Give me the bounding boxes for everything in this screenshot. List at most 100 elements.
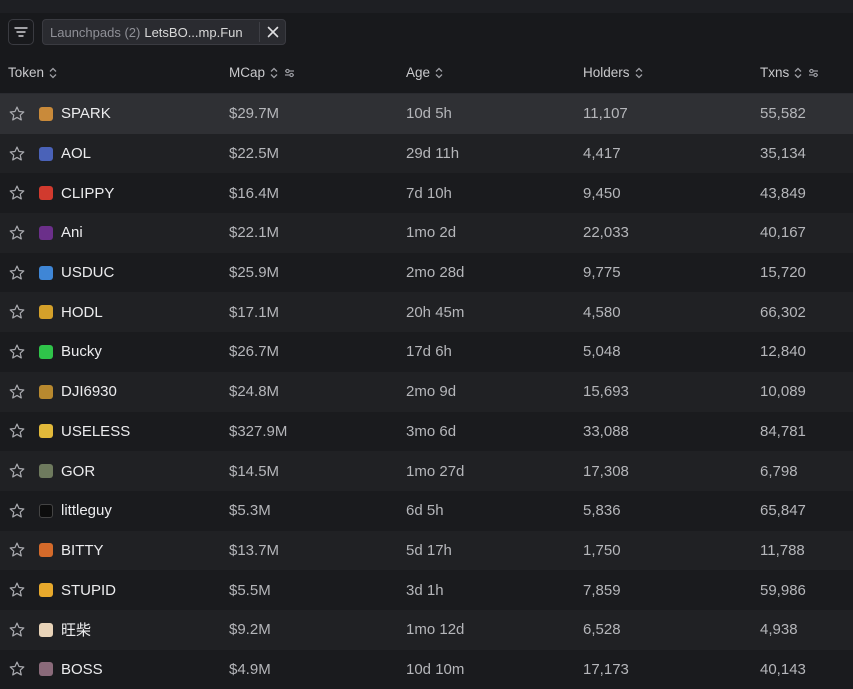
holders-value: 6,528 <box>583 621 621 639</box>
token-cell[interactable]: USELESS <box>39 412 130 452</box>
token-logo-icon <box>39 503 53 518</box>
table-row[interactable]: BITTY $13.7M 5d 17h 1,750 11,788 <box>0 530 853 571</box>
sort-icon <box>49 67 57 78</box>
txns-value: 6,798 <box>760 462 798 480</box>
txns-value: 65,847 <box>760 502 806 520</box>
token-name: Ani <box>61 224 83 242</box>
column-label-mcap: MCap <box>229 65 266 80</box>
token-cell[interactable]: littleguy <box>39 491 112 531</box>
holders-value: 4,417 <box>583 145 621 163</box>
mcap-value: $5.5M <box>229 581 271 599</box>
top-strip <box>0 0 853 13</box>
token-cell[interactable]: Ani <box>39 213 83 253</box>
table-row[interactable]: CLIPPY $16.4M 7d 10h 9,450 43,849 <box>0 173 853 214</box>
token-cell[interactable]: GOR <box>39 451 95 491</box>
token-cell[interactable]: USDUC <box>39 253 114 293</box>
column-header-age[interactable]: Age <box>406 52 443 93</box>
star-icon[interactable] <box>8 292 26 332</box>
token-cell[interactable]: DJI6930 <box>39 372 117 412</box>
token-cell[interactable]: SPARK <box>39 94 111 134</box>
chip-value: LetsBO...mp.Fun <box>144 24 243 40</box>
token-logo-icon <box>39 384 53 399</box>
star-icon[interactable] <box>8 173 26 213</box>
age-value: 1mo 27d <box>406 462 465 480</box>
token-cell[interactable]: 旺柴 <box>39 610 91 650</box>
token-logo-icon <box>39 464 53 479</box>
table-row[interactable]: USDUC $25.9M 2mo 28d 9,775 15,720 <box>0 252 853 293</box>
token-cell[interactable]: HODL <box>39 292 103 332</box>
token-cell[interactable]: STUPID <box>39 570 116 610</box>
table-row[interactable]: AOL $22.5M 29d 11h 4,417 35,134 <box>0 133 853 174</box>
holders-value: 1,750 <box>583 541 621 559</box>
token-name: CLIPPY <box>61 184 115 202</box>
star-icon[interactable] <box>8 451 26 491</box>
txns-value: 4,938 <box>760 621 798 639</box>
token-name: 旺柴 <box>61 622 92 640</box>
token-name: USDUC <box>61 264 115 282</box>
age-value: 29d 11h <box>406 145 460 163</box>
table-row[interactable]: 旺柴 $9.2M 1mo 12d 6,528 4,938 <box>0 609 853 650</box>
table-row[interactable]: Bucky $26.7M 17d 6h 5,048 12,840 <box>0 332 853 372</box>
token-cell[interactable]: BOSS <box>39 650 103 689</box>
holders-value: 9,775 <box>583 264 621 282</box>
txns-value: 15,720 <box>760 264 806 282</box>
token-logo-icon <box>39 662 53 677</box>
token-cell[interactable]: CLIPPY <box>39 173 114 213</box>
token-name: BITTY <box>61 541 104 559</box>
filter-sliders-icon[interactable] <box>284 68 295 78</box>
token-cell[interactable]: Bucky <box>39 332 102 372</box>
star-icon[interactable] <box>8 332 26 372</box>
table-row[interactable]: SPARK $29.7M 10d 5h 11,107 55,582 <box>0 94 853 134</box>
star-icon[interactable] <box>8 412 26 452</box>
age-value: 2mo 9d <box>406 383 457 401</box>
star-icon[interactable] <box>8 650 26 689</box>
filter-sliders-icon[interactable] <box>808 68 819 78</box>
mcap-value: $4.9M <box>229 660 271 678</box>
holders-value: 9,450 <box>583 184 621 202</box>
age-value: 6d 5h <box>406 502 444 520</box>
star-icon[interactable] <box>8 570 26 610</box>
age-value: 3mo 6d <box>406 422 457 440</box>
table-row[interactable]: STUPID $5.5M 3d 1h 7,859 59,986 <box>0 570 853 610</box>
star-icon[interactable] <box>8 610 26 650</box>
star-icon[interactable] <box>8 253 26 293</box>
token-table-body: SPARK $29.7M 10d 5h 11,107 55,582 AOL $2… <box>0 94 853 689</box>
table-row[interactable]: DJI6930 $24.8M 2mo 9d 15,693 10,089 <box>0 371 853 412</box>
token-name: STUPID <box>61 581 117 599</box>
token-cell[interactable]: BITTY <box>39 531 104 571</box>
star-icon[interactable] <box>8 491 26 531</box>
token-logo-icon <box>39 146 53 161</box>
mcap-value: $24.8M <box>229 383 280 401</box>
filter-button[interactable] <box>8 19 34 45</box>
age-value: 3d 1h <box>406 581 444 599</box>
table-row[interactable]: littleguy $5.3M 6d 5h 5,836 65,847 <box>0 490 853 531</box>
star-icon[interactable] <box>8 372 26 412</box>
token-name: BOSS <box>61 660 103 678</box>
launchpad-filter-chip[interactable]: Launchpads (2) LetsBO...mp.Fun <box>42 19 286 45</box>
token-cell[interactable]: AOL <box>39 134 91 174</box>
mcap-value: $327.9M <box>229 422 288 440</box>
star-icon[interactable] <box>8 134 26 174</box>
table-row[interactable]: HODL $17.1M 20h 45m 4,580 66,302 <box>0 292 853 333</box>
token-logo-icon <box>39 225 53 240</box>
column-header-txns[interactable]: Txns <box>760 52 819 93</box>
star-icon[interactable] <box>8 94 26 134</box>
token-logo-icon <box>39 344 53 359</box>
table-row[interactable]: Ani $22.1M 1mo 2d 22,033 40,167 <box>0 213 853 253</box>
close-icon[interactable] <box>265 24 281 40</box>
star-icon[interactable] <box>8 213 26 253</box>
star-icon[interactable] <box>8 531 26 571</box>
token-logo-icon <box>39 106 53 121</box>
column-header-token[interactable]: Token <box>8 52 57 93</box>
table-row[interactable]: BOSS $4.9M 10d 10m 17,173 40,143 <box>0 649 853 689</box>
sort-icon <box>270 67 278 78</box>
table-row[interactable]: USELESS $327.9M 3mo 6d 33,088 84,781 <box>0 411 853 452</box>
age-value: 10d 10m <box>406 660 465 678</box>
txns-value: 40,167 <box>760 224 806 242</box>
column-header-holders[interactable]: Holders <box>583 52 643 93</box>
table-row[interactable]: GOR $14.5M 1mo 27d 17,308 6,798 <box>0 451 853 491</box>
chip-divider <box>259 22 260 42</box>
column-label-token: Token <box>8 65 45 80</box>
column-header-mcap[interactable]: MCap <box>229 52 295 93</box>
age-value: 7d 10h <box>406 184 452 202</box>
